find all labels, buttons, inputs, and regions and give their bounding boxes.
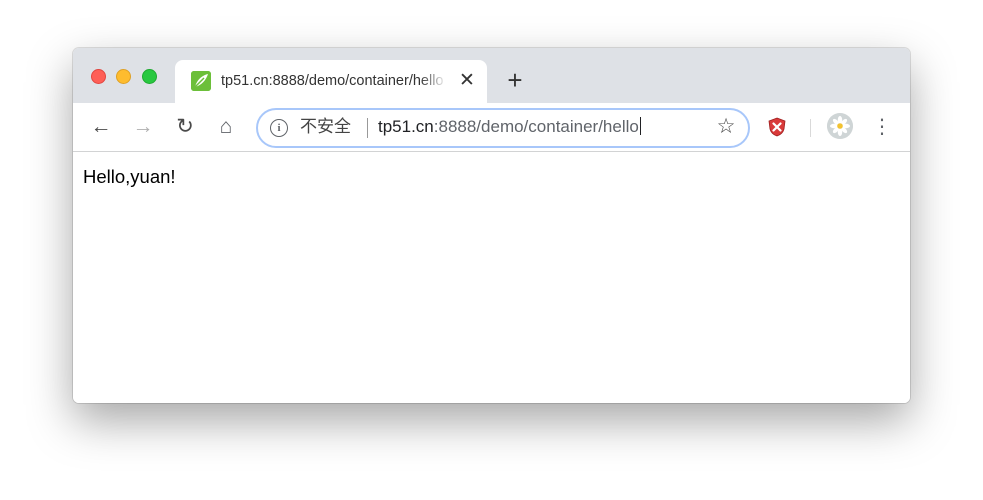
bookmark-star-icon[interactable]: ☆ — [714, 115, 738, 139]
minimize-window-button[interactable] — [116, 69, 131, 84]
info-icon[interactable]: i — [270, 119, 288, 137]
security-status-label[interactable]: 不安全 — [300, 117, 351, 137]
omnibox-divider — [367, 118, 368, 138]
tab-title: tp51.cn:8888/demo/container/hello — [221, 73, 444, 89]
more-menu-icon[interactable]: ⋮ — [870, 115, 894, 139]
toolbar: ← → ↻ ⌂ i 不安全 tp51.cn:8888/demo/containe… — [73, 103, 910, 152]
active-tab[interactable]: tp51.cn:8888/demo/container/hello ✕ — [175, 60, 487, 103]
adblock-shield-icon[interactable] — [767, 117, 787, 137]
text-caret — [639, 117, 641, 135]
leaf-favicon-icon — [191, 71, 211, 91]
new-tab-button[interactable]: + — [502, 67, 528, 93]
close-window-button[interactable] — [91, 69, 106, 84]
url-path: :8888/demo/container/hello — [433, 117, 639, 136]
tab-strip: tp51.cn:8888/demo/container/hello ✕ + — [73, 48, 910, 103]
reload-icon[interactable]: ↻ — [173, 115, 197, 139]
page-content: Hello,yuan! — [73, 152, 910, 403]
forward-arrow-icon[interactable]: → — [131, 115, 155, 139]
url-host: tp51.cn — [378, 117, 434, 136]
url-text[interactable]: tp51.cn:8888/demo/container/hello — [378, 117, 641, 137]
home-icon[interactable]: ⌂ — [214, 115, 238, 139]
maximize-window-button[interactable] — [142, 69, 157, 84]
back-arrow-icon[interactable]: ← — [89, 115, 113, 139]
profile-avatar[interactable] — [827, 113, 853, 139]
browser-window: tp51.cn:8888/demo/container/hello ✕ + ← … — [73, 48, 910, 403]
toolbar-divider — [810, 119, 811, 137]
address-bar[interactable]: i 不安全 tp51.cn:8888/demo/container/hello … — [256, 108, 750, 148]
tab-close-icon[interactable]: ✕ — [456, 70, 478, 92]
page-body-text: Hello,yuan! — [83, 166, 176, 187]
